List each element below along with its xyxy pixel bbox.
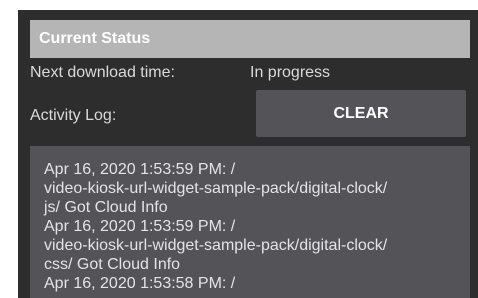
clear-button[interactable]: CLEAR: [256, 90, 466, 137]
status-panel: Current Status Next download time: In pr…: [18, 10, 478, 298]
activity-log-label: Activity Log:: [30, 107, 117, 124]
current-status-header: Current Status: [30, 20, 470, 58]
next-download-label: Next download time:: [30, 64, 175, 81]
log-entries: Apr 16, 2020 1:53:59 PM: / video-kiosk-u…: [44, 160, 460, 293]
log-entry: Apr 16, 2020 1:53:59 PM: / video-kiosk-u…: [44, 161, 388, 216]
log-entry: Apr 16, 2020 1:53:58 PM: /: [44, 275, 236, 292]
next-download-value: In progress: [250, 64, 331, 81]
activity-log-list[interactable]: Apr 16, 2020 1:53:59 PM: / video-kiosk-u…: [30, 146, 470, 298]
log-entry: Apr 16, 2020 1:53:59 PM: / video-kiosk-u…: [44, 218, 388, 273]
